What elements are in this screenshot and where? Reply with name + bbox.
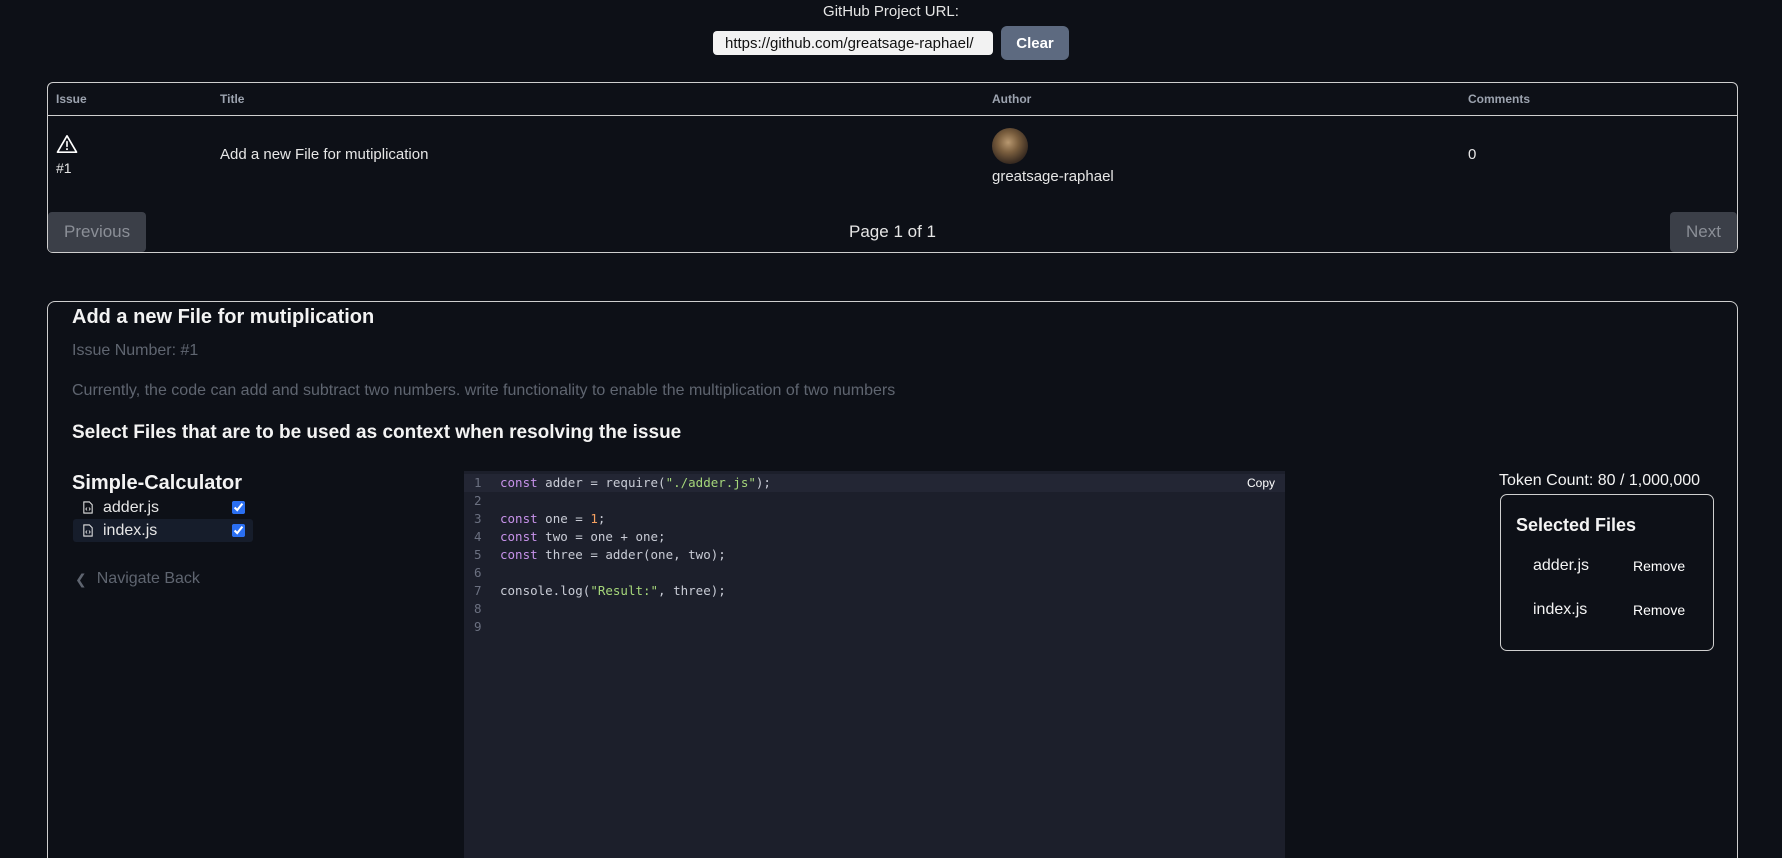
github-url-input[interactable] bbox=[713, 31, 993, 55]
clear-button[interactable]: Clear bbox=[1001, 26, 1069, 60]
chevron-left-icon: ❮ bbox=[75, 570, 87, 587]
pagination: Previous Page 1 of 1 Next bbox=[48, 212, 1737, 252]
previous-button[interactable]: Previous bbox=[48, 212, 147, 252]
url-row: Clear bbox=[0, 26, 1782, 60]
avatar bbox=[992, 128, 1028, 164]
code-text: console.log("Result:", three); bbox=[500, 583, 726, 598]
warning-icon bbox=[56, 135, 78, 153]
code-line: 4 const two = one + one; bbox=[474, 529, 666, 544]
code-viewer: 1 const adder = require("./adder.js"); 2… bbox=[464, 471, 1285, 858]
url-label: GitHub Project URL: bbox=[823, 3, 959, 20]
code-line: 7 console.log("Result:", three); bbox=[474, 583, 726, 598]
file-tree: Simple-Calculator adder.js index.js ❮ Na… bbox=[72, 472, 253, 587]
remove-button[interactable]: Remove bbox=[1629, 556, 1689, 576]
code-text: const adder = require("./adder.js"); bbox=[500, 475, 771, 490]
author-name: greatsage-raphael bbox=[992, 168, 1114, 185]
column-header-comments: Comments bbox=[1468, 92, 1531, 106]
code-line: 5 const three = adder(one, two); bbox=[474, 547, 726, 562]
selected-files-panel: Selected Files adder.js Remove index.js … bbox=[1500, 494, 1714, 651]
next-button[interactable]: Next bbox=[1670, 212, 1737, 252]
code-line: 8 bbox=[474, 601, 482, 616]
file-checkbox-index[interactable] bbox=[232, 524, 245, 537]
issue-detail-title: Add a new File for mutiplication bbox=[72, 306, 375, 328]
column-header-issue: Issue bbox=[56, 92, 87, 106]
file-item-index[interactable]: index.js bbox=[73, 519, 253, 542]
issue-detail-number: Issue Number: #1 bbox=[72, 342, 199, 359]
code-line: 1 const adder = require("./adder.js"); bbox=[464, 474, 1285, 492]
select-files-heading: Select Files that are to be used as cont… bbox=[72, 422, 682, 443]
selected-file-name: adder.js bbox=[1533, 557, 1590, 574]
comment-count: 0 bbox=[1468, 146, 1477, 163]
file-item-adder[interactable]: adder.js bbox=[73, 496, 253, 519]
token-count: Token Count: 80 / 1,000,000 bbox=[1499, 472, 1701, 489]
column-header-title: Title bbox=[220, 92, 245, 106]
copy-button[interactable]: Copy bbox=[1241, 474, 1281, 492]
page-indicator: Page 1 of 1 bbox=[849, 222, 936, 241]
code-line: 9 bbox=[474, 619, 482, 634]
file-checkbox-adder[interactable] bbox=[232, 501, 245, 514]
navigate-back-button[interactable]: ❮ Navigate Back bbox=[72, 570, 200, 588]
issue-detail-panel: Add a new File for mutiplication Issue N… bbox=[47, 301, 1738, 858]
navigate-back-label: Navigate Back bbox=[96, 570, 200, 587]
column-header-author: Author bbox=[992, 92, 1032, 106]
table-row[interactable]: #1 Add a new File for mutiplication grea… bbox=[48, 116, 1737, 194]
file-code-icon bbox=[83, 501, 93, 514]
issue-description: Currently, the code can add and subtract… bbox=[72, 382, 896, 399]
repo-name: Simple-Calculator bbox=[72, 472, 243, 494]
code-line: 3 const one = 1; bbox=[474, 511, 606, 526]
issues-table-header: Issue Title Author Comments bbox=[48, 83, 1737, 116]
code-line: 2 bbox=[474, 493, 482, 508]
url-area: GitHub Project URL: Clear bbox=[0, 3, 1782, 60]
code-line: 6 bbox=[474, 565, 482, 580]
file-name: index.js bbox=[103, 521, 158, 539]
issue-title: Add a new File for mutiplication bbox=[220, 146, 429, 163]
issue-number: #1 bbox=[56, 160, 72, 176]
code-text: const two = one + one; bbox=[500, 529, 666, 544]
file-code-icon bbox=[83, 524, 93, 537]
code-text: const three = adder(one, two); bbox=[500, 547, 726, 562]
file-name: adder.js bbox=[103, 498, 160, 516]
code-text: const one = 1; bbox=[500, 511, 606, 526]
selected-files-title: Selected Files bbox=[1516, 515, 1637, 535]
issues-table: Issue Title Author Comments #1 Add a new… bbox=[47, 82, 1738, 253]
selected-file-name: index.js bbox=[1533, 601, 1588, 618]
remove-button[interactable]: Remove bbox=[1629, 600, 1689, 620]
